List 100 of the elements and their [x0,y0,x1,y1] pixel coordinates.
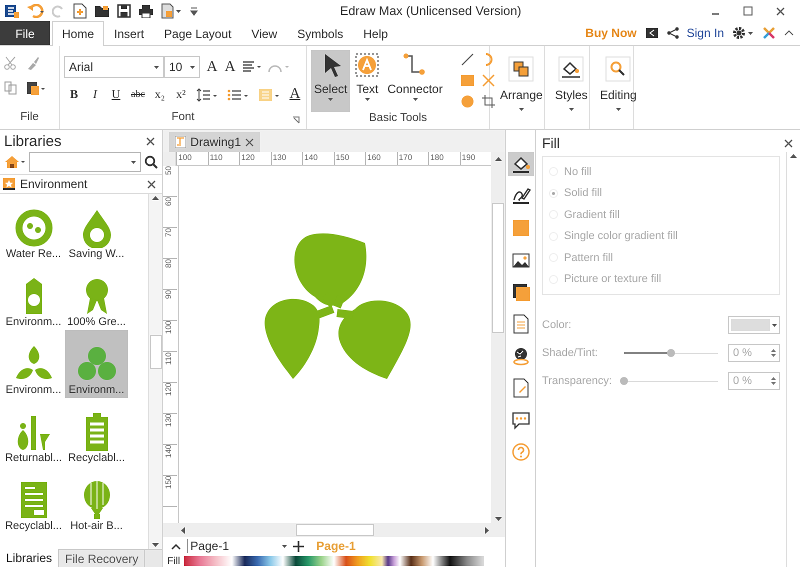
ribbon-tab[interactable]: Home [52,21,104,46]
ruler-label: 80 [163,259,178,290]
scroll-thumb[interactable] [492,202,504,332]
ruler-label: 50 [163,166,178,197]
add-page-icon[interactable] [293,540,304,552]
color-palette[interactable] [184,556,484,566]
group-label: Font [64,111,302,129]
font-name-field[interactable]: Arial [64,56,164,78]
settings-icon[interactable] [732,26,754,40]
collapse-ribbon-icon[interactable] [784,29,794,37]
library-search-field[interactable] [29,152,141,172]
scroll-thumb[interactable] [150,334,162,368]
spin-arrows-icon [771,376,776,386]
ribbon-tab[interactable]: Symbols [287,21,354,45]
new-file-icon[interactable] [73,3,87,19]
line-icon[interactable] [460,52,475,67]
caret-icon [131,160,136,164]
scroll-thumb[interactable] [296,524,374,536]
ruler-label: 130 [163,414,178,445]
format-button[interactable]: x² [174,87,187,102]
format-button[interactable]: I [89,87,101,102]
share-icon[interactable] [666,27,679,39]
save-icon[interactable] [117,4,131,18]
caret-icon [364,98,370,101]
ribbon-tab[interactable]: Help [353,21,398,45]
sign-in-link[interactable]: Sign In [686,26,724,40]
field-label: Color: [542,319,572,331]
open-folder-icon[interactable] [94,4,110,18]
spin-arrows-icon [771,348,776,358]
brand-icon[interactable] [762,26,776,40]
caret-icon [772,324,777,326]
align-icon[interactable] [242,61,262,73]
comment-icon[interactable] [510,410,531,430]
ruler-label: 170 [396,152,428,165]
close-icon[interactable] [245,138,254,146]
window-title: Edraw Max (Unlicensed Version) [340,4,522,18]
line-spacing-icon[interactable] [196,88,218,102]
print-icon[interactable] [138,4,154,18]
paint-bucket-icon [558,56,584,82]
dialog-launcher-icon[interactable] [292,116,300,124]
home-icon[interactable] [4,155,26,169]
document-icon [175,136,186,148]
app-logo-icon[interactable] [4,3,20,19]
caret-icon [518,108,524,111]
search-icon[interactable] [144,155,158,169]
note-icon[interactable] [510,378,531,398]
customize-icon[interactable] [190,6,198,16]
tool-button[interactable]: Connector [384,50,446,112]
crop-icon[interactable] [480,94,496,109]
font-color-button[interactable]: A [288,86,301,103]
bullet-list-icon[interactable] [226,88,249,102]
ribbon-tab[interactable]: Page Layout [154,21,242,45]
water-recycle-icon [14,208,54,248]
font-size-field[interactable]: 10 [164,56,200,78]
ribbon-button[interactable]: Arrange [494,50,549,129]
format-button[interactable]: U [110,87,122,102]
panel-title: Fill [542,135,560,151]
expand-icon[interactable] [171,542,182,550]
paint-bucket-icon[interactable] [510,154,531,174]
copy-icon[interactable] [4,81,18,95]
page-dropdown[interactable]: Page-1 [187,539,288,553]
export-icon[interactable] [161,3,183,19]
share-screen-icon[interactable] [644,26,659,40]
ruler-label: 140 [163,445,178,476]
caret-icon [328,98,334,101]
pen-line-icon[interactable] [510,186,531,206]
shrink-font-button[interactable]: A [224,58,236,76]
scroll-right-icon [485,526,490,534]
format-button[interactable]: x₂ [154,87,166,102]
tool-button[interactable]: Select [311,50,350,112]
caret-icon [282,544,288,548]
maximize-icon[interactable] [743,6,753,16]
caret-icon [190,66,195,68]
scrollbar[interactable] [148,194,162,549]
ruler-label: 120 [163,383,178,414]
ruler-label: 130 [270,152,302,165]
grow-font-button[interactable]: A [206,58,218,76]
category-title: Environment [20,177,88,191]
page-icon[interactable] [510,314,531,334]
ribbon-button[interactable]: Styles [549,50,594,129]
paste-icon[interactable] [26,80,46,96]
format-button[interactable]: abc [131,89,145,100]
ruler-label: 70 [163,228,178,259]
caret-icon [412,98,418,101]
format-button[interactable]: B [68,87,80,102]
ribbon-tab[interactable]: View [241,21,288,45]
close-icon[interactable] [775,6,786,16]
file-menu-button[interactable]: File [0,21,50,45]
document-tab[interactable]: Drawing1 [169,132,260,152]
ribbon-tab[interactable]: Insert [104,21,154,45]
close-icon[interactable] [145,136,156,146]
ribbon-button[interactable]: Editing [594,50,643,129]
scroll-up-icon [790,154,797,158]
tool-button[interactable]: Text [350,50,384,112]
close-icon[interactable] [147,180,156,188]
scroll-up-icon[interactable] [494,157,502,161]
ruler-label: 60 [163,197,178,228]
library-shape[interactable]: Environm... [65,330,128,398]
shadow-square-icon[interactable] [510,282,531,302]
panel-tab[interactable]: Libraries [0,549,60,567]
